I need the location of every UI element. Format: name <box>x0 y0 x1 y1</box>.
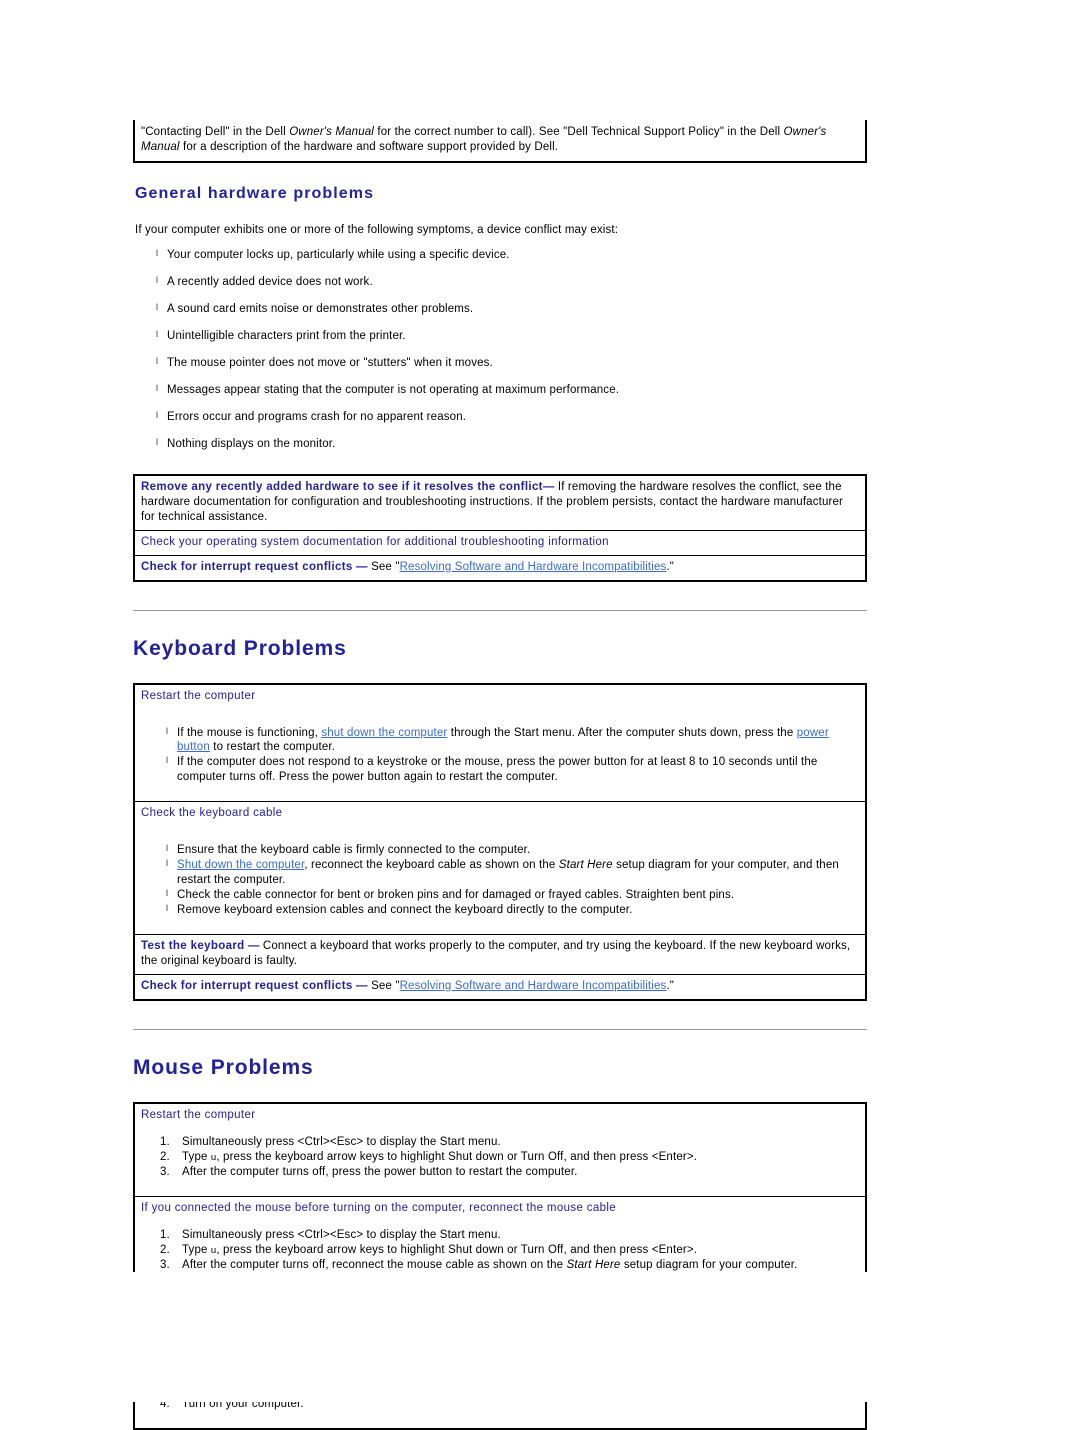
table-row: Check your operating system documentatio… <box>134 529 866 556</box>
keyboard-tips-table: Restart the computer If the mouse is fun… <box>133 682 867 1001</box>
em-dash: — <box>356 560 368 573</box>
symptom-list: Your computer locks up, particularly whi… <box>133 248 867 452</box>
section-divider <box>133 609 867 611</box>
table-row: Test the keyboard — Connect a keyboard t… <box>134 933 866 975</box>
list-item: Remove keyboard extension cables and con… <box>141 903 859 918</box>
list-item: After the computer turns off, press the … <box>160 1165 578 1180</box>
tip-interrupt-request-conflicts: Check for interrupt request conflicts — … <box>134 973 866 1000</box>
continuation-text-box: "Contacting Dell" in the Dell Owner's Ma… <box>133 120 867 164</box>
list-item: A sound card emits noise or demonstrates… <box>133 302 867 317</box>
li-text-a: Type <box>182 1150 211 1163</box>
tip-cue: Check your operating system documentatio… <box>141 535 609 548</box>
section-heading-mouse-problems: Mouse Problems <box>133 1055 314 1079</box>
continuation-part-1: "Contacting Dell" in the Dell <box>141 126 290 138</box>
list-item: Simultaneously press <Ctrl><Esc> to disp… <box>160 1228 501 1243</box>
li-italic: Start Here <box>558 859 613 872</box>
table-row: Check the keyboard cable Ensure that the… <box>134 801 866 935</box>
list-item: Type u, press the keyboard arrow keys to… <box>141 1243 859 1258</box>
tip-cue: If you connected the mouse before turnin… <box>141 1202 616 1215</box>
li-text-a: Type <box>182 1244 211 1257</box>
tip-cue: Check for interrupt request conflicts <box>141 979 353 992</box>
table-row: Check for interrupt request conflicts — … <box>134 973 866 1000</box>
continuation-part-2: for the correct number to call). See "De… <box>374 126 784 138</box>
li-text-b: , press the keyboard arrow keys to highl… <box>216 1150 698 1163</box>
continuation-part-3: for a description of the hardware and so… <box>179 140 559 153</box>
tip-check-keyboard-cable: Check the keyboard cable Ensure that the… <box>134 801 866 935</box>
tip-test-keyboard: Test the keyboard — Connect a keyboard t… <box>134 933 866 975</box>
li-text-a: , reconnect the keyboard cable as shown … <box>304 859 559 872</box>
section-heading-keyboard-problems: Keyboard Problems <box>133 636 347 660</box>
list-item: Unintelligible characters print from the… <box>133 329 867 344</box>
tip-cue: Restart the computer <box>141 1108 256 1121</box>
link-resolving-software-hardware-incompatibilities[interactable]: Resolving Software and Hardware Incompat… <box>400 561 667 573</box>
table-row: Check for interrupt request conflicts — … <box>134 554 866 581</box>
em-dash: — <box>247 939 260 952</box>
tip-restart-computer: Restart the computer If the mouse is fun… <box>134 684 866 802</box>
page-break-clip <box>133 1272 873 1402</box>
list-item: Errors occur and programs crash for no a… <box>133 410 867 425</box>
link-shut-down-the-computer[interactable]: Shut down the computer <box>177 859 304 871</box>
li-text-c: to restart the computer. <box>209 741 336 754</box>
tip-check-os-documentation: Check your operating system documentatio… <box>134 529 866 556</box>
list-item: Simultaneously press <Ctrl><Esc> to disp… <box>160 1135 501 1150</box>
list-item: Your computer locks up, particularly whi… <box>133 248 867 263</box>
li-text-a: After the computer turns off, reconnect … <box>182 1259 567 1272</box>
li-text-b: through the Start menu. After the comput… <box>447 726 797 739</box>
document-page: "Contacting Dell" in the Dell Owner's Ma… <box>133 0 867 1430</box>
tip-cue: Test the keyboard <box>141 939 245 952</box>
li-text-a: If the mouse is functioning, <box>177 726 322 739</box>
keyboard-cable-list: Ensure that the keyboard cable is firmly… <box>141 843 859 918</box>
list-item: Check the cable connector for bent or br… <box>141 888 859 903</box>
em-dash: — <box>542 480 555 493</box>
em-dash: — <box>356 979 368 992</box>
general-hardware-tips-table: Remove any recently added hardware to se… <box>133 473 867 582</box>
mouse-restart-steps: Simultaneously press <Ctrl><Esc> to disp… <box>141 1135 859 1181</box>
section-heading-general-hardware: General hardware problems <box>135 185 375 203</box>
tip-body-tail: ." <box>666 560 675 573</box>
table-row: Remove any recently added hardware to se… <box>134 475 866 530</box>
general-hardware-intro: If your computer exhibits one or more of… <box>135 224 619 237</box>
li-text-b: , press the keyboard arrow keys to highl… <box>216 1244 698 1257</box>
list-item: Shut down the computer, reconnect the ke… <box>141 858 859 888</box>
tip-cue: Remove any recently added hardware to se… <box>141 480 543 493</box>
list-item: Messages appear stating that the compute… <box>133 383 867 398</box>
list-item: A recently added device does not work. <box>133 275 867 290</box>
section-divider <box>133 1028 867 1030</box>
tip-body: See " <box>371 979 400 992</box>
li-text-b: setup diagram for your computer. <box>620 1259 798 1272</box>
tip-body: See " <box>371 560 400 573</box>
list-item: Type u, press the keyboard arrow keys to… <box>141 1150 859 1165</box>
tip-cue: Restart the computer <box>141 689 256 702</box>
tip-body-tail: ." <box>666 979 675 992</box>
list-item: The mouse pointer does not move or "stut… <box>133 356 867 371</box>
list-item: Ensure that the keyboard cable is firmly… <box>141 843 859 858</box>
li-italic: Start Here <box>566 1259 621 1272</box>
tip-cue: Check the keyboard cable <box>141 807 283 820</box>
list-item: If the mouse is functioning, shut down t… <box>141 726 859 756</box>
list-item: If the computer does not respond to a ke… <box>141 755 859 785</box>
tip-interrupt-request-conflicts: Check for interrupt request conflicts — … <box>134 554 866 581</box>
table-row: Restart the computer If the mouse is fun… <box>134 684 866 802</box>
list-item: Nothing displays on the monitor. <box>133 437 867 452</box>
keyboard-restart-list: If the mouse is functioning, shut down t… <box>141 726 859 786</box>
continuation-italic-1: Owner's Manual <box>289 126 375 138</box>
tip-restart-computer: Restart the computer Simultaneously pres… <box>134 1103 866 1197</box>
tip-remove-hardware: Remove any recently added hardware to se… <box>134 475 866 530</box>
link-shut-down-the-computer[interactable]: shut down the computer <box>321 727 447 739</box>
table-row: Restart the computer Simultaneously pres… <box>134 1103 866 1197</box>
link-resolving-software-hardware-incompatibilities[interactable]: Resolving Software and Hardware Incompat… <box>400 980 667 992</box>
tip-cue: Check for interrupt request conflicts <box>141 560 353 573</box>
